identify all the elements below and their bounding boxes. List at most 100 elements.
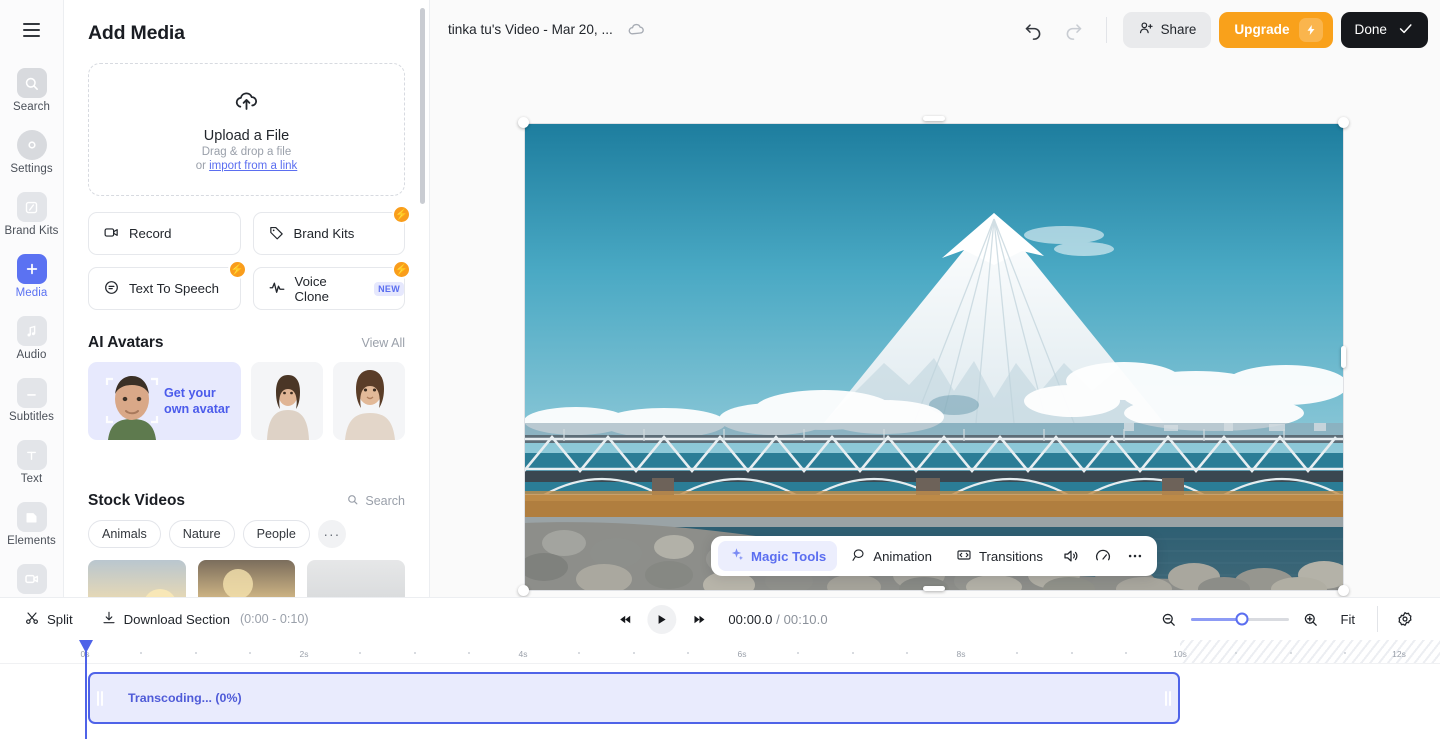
transitions-button[interactable]: Transitions: [945, 541, 1054, 571]
chip-animals[interactable]: Animals: [88, 520, 161, 548]
sidebar-item-subtitles[interactable]: Subtitles: [0, 372, 64, 427]
zoom-slider-fill: [1190, 617, 1242, 621]
speech-bubble-icon: [103, 279, 120, 299]
avatar-promo-text: Get your own avatar: [164, 385, 230, 417]
document-title[interactable]: tinka tu's Video - Mar 20, ...: [448, 22, 613, 37]
avatar-promo-line-1: Get your: [164, 385, 216, 400]
play-button[interactable]: [647, 604, 677, 634]
clip-label: Transcoding... (0%): [128, 691, 242, 705]
timeline-clip[interactable]: Transcoding... (0%): [88, 672, 1180, 724]
resize-handle-top-left[interactable]: [518, 117, 529, 128]
ai-avatars-header: AI Avatars View All: [88, 334, 405, 352]
zoom-slider[interactable]: [1190, 612, 1289, 626]
skip-back-button[interactable]: [612, 606, 638, 632]
upgrade-button[interactable]: Upgrade: [1219, 11, 1333, 48]
hamburger-icon[interactable]: [18, 16, 46, 44]
header-actions: Share Upgrade Done: [1018, 11, 1428, 48]
share-button-label: Share: [1160, 22, 1197, 37]
split-button[interactable]: Split: [16, 605, 81, 634]
pro-badge: ⚡: [227, 260, 247, 279]
fit-button[interactable]: Fit: [1333, 608, 1363, 631]
resize-handle-top-right[interactable]: [1338, 117, 1349, 128]
resize-handle-middle-right[interactable]: [1341, 346, 1346, 368]
ai-avatars-view-all[interactable]: View All: [361, 336, 405, 350]
volume-button[interactable]: [1056, 541, 1086, 571]
brand-kits-button-label: Brand Kits: [293, 226, 355, 241]
upgrade-button-label: Upgrade: [1234, 22, 1290, 37]
animation-icon: [850, 547, 866, 566]
chip-nature[interactable]: Nature: [168, 520, 235, 548]
stock-videos-search[interactable]: Search: [346, 493, 405, 509]
time-separator: /: [776, 611, 780, 627]
zoom-out-button[interactable]: [1157, 607, 1181, 631]
main-stage: tinka tu's Video - Mar 20, ... Share Upg…: [0, 0, 1440, 739]
zoom-slider-knob[interactable]: [1235, 612, 1248, 626]
clip-trim-handle-left[interactable]: [95, 688, 105, 708]
sidebar-item-audio[interactable]: Audio: [0, 310, 64, 365]
timeline-ruler[interactable]: 0s 2s 4s 6s 8s 10s 12s: [0, 640, 1440, 664]
resize-handle-bottom-left[interactable]: [518, 585, 529, 596]
ruler-tick-2s: 2s: [299, 649, 309, 659]
current-time: 00:00.0: [728, 611, 773, 627]
done-button[interactable]: Done: [1340, 11, 1428, 48]
stock-videos-header: Stock Videos Search: [88, 492, 405, 510]
zoom-in-button[interactable]: [1299, 607, 1323, 631]
avatar-card[interactable]: [251, 362, 324, 440]
done-button-label: Done: [1354, 22, 1388, 37]
voice-clone-button[interactable]: ⚡ Voice Clone NEW: [252, 260, 411, 310]
cloud-sync-icon[interactable]: [627, 20, 646, 39]
skip-forward-button[interactable]: [685, 606, 711, 632]
redo-button[interactable]: [1058, 14, 1090, 46]
sidebar-item-search[interactable]: Search: [0, 62, 64, 117]
avatar-promo-card[interactable]: Get your own avatar: [88, 362, 242, 440]
animation-button[interactable]: Animation: [839, 541, 943, 571]
elements-icon: [16, 502, 47, 532]
chip-people[interactable]: People: [242, 520, 310, 548]
sidebar-item-label: Settings: [10, 163, 53, 175]
download-section-button[interactable]: Download Section (0:00 - 0:10): [93, 605, 317, 634]
panel-scrollbar[interactable]: [420, 8, 425, 204]
playhead[interactable]: [79, 640, 93, 739]
ruler-tick-8s: 8s: [956, 649, 966, 659]
video-camera-icon: [103, 224, 120, 244]
speed-button[interactable]: [1088, 541, 1118, 571]
chip-more-categories[interactable]: ···: [317, 520, 346, 548]
ruler-minor-tick: [577, 652, 580, 654]
resize-handle-bottom-right[interactable]: [1338, 585, 1349, 596]
video-preview[interactable]: [524, 123, 1344, 591]
pro-badge: ⚡: [392, 260, 411, 279]
pro-badge: ⚡: [392, 205, 411, 224]
sidebar-item-elements[interactable]: Elements: [0, 496, 64, 551]
sidebar-item-brand-kits[interactable]: Brand Kits: [0, 186, 64, 241]
brand-kits-button[interactable]: ⚡ Brand Kits: [252, 205, 411, 255]
sidebar-item-settings[interactable]: Settings: [0, 124, 64, 179]
ruler-minor-tick: [194, 652, 197, 654]
magic-tools-button[interactable]: Magic Tools: [718, 541, 838, 571]
undo-button[interactable]: [1018, 14, 1050, 46]
timeline-settings-button[interactable]: [1392, 606, 1418, 632]
sidebar-item-media[interactable]: Media: [0, 248, 64, 303]
more-horizontal-button[interactable]: [1120, 541, 1150, 571]
resize-handle-bottom-center[interactable]: [923, 586, 945, 591]
ruler-minor-tick: [687, 652, 690, 654]
avatar-card[interactable]: [333, 362, 406, 440]
record-button[interactable]: Record: [88, 212, 241, 255]
ruler-minor-tick: [796, 652, 799, 654]
share-button[interactable]: Share: [1122, 11, 1212, 48]
upload-dropzone[interactable]: Upload a File Drag & drop a file or impo…: [88, 63, 405, 196]
ruler-minor-tick: [1234, 652, 1237, 654]
stock-category-chips: Animals Nature People ···: [88, 520, 405, 548]
resize-handle-top-center[interactable]: [923, 116, 945, 121]
record-button-label: Record: [129, 226, 172, 241]
sidebar-item-label: Elements: [7, 535, 56, 547]
import-from-link[interactable]: import from a link: [209, 160, 297, 172]
text-to-speech-button[interactable]: ⚡ Text To Speech: [88, 260, 247, 310]
dropzone-subtitle: Drag & drop a file: [201, 146, 292, 158]
panel-title: Add Media: [88, 22, 185, 44]
avatar-thumbnail: [251, 362, 324, 440]
download-section-range: (0:00 - 0:10): [239, 612, 309, 626]
sidebar-item-label: Text: [20, 473, 43, 485]
clip-trim-handle-right[interactable]: [1163, 688, 1173, 708]
sidebar-item-text[interactable]: Text: [0, 434, 64, 489]
person-add-icon: [1138, 20, 1154, 39]
